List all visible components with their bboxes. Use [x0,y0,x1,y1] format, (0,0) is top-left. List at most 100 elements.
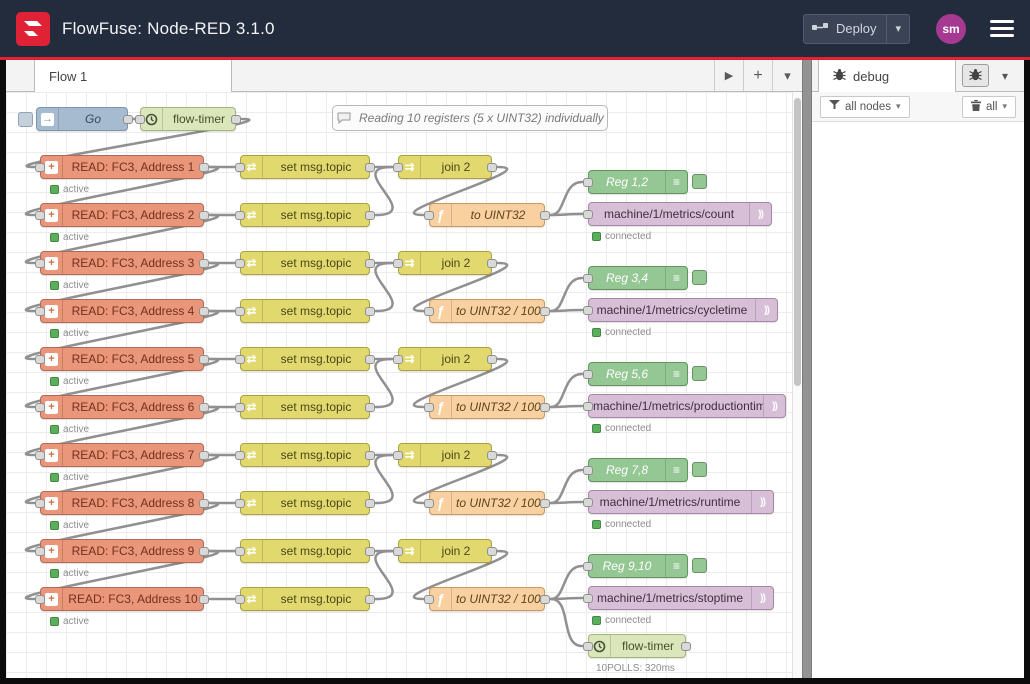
input-port[interactable] [583,274,593,283]
input-port[interactable] [583,642,593,651]
output-port[interactable] [199,451,209,460]
debug-toggle-button[interactable] [692,558,707,573]
add-flow-button[interactable]: + [744,60,773,91]
run-flow-button[interactable]: ▶ [715,60,744,91]
output-port[interactable] [365,451,375,460]
output-port[interactable] [681,642,691,651]
deploy-button[interactable]: Deploy ▾ [803,14,910,44]
output-port[interactable] [487,163,497,172]
join-node[interactable]: ⇉ join 2 [398,155,492,179]
input-port[interactable] [583,210,593,219]
output-port[interactable] [365,355,375,364]
change-node[interactable]: ⇄ set msg.topic [240,347,370,371]
sidebar-menu-button[interactable]: ▾ [994,64,1016,87]
flow-tab[interactable]: Flow 1 [34,60,232,92]
debug-toggle-button[interactable] [692,366,707,381]
change-node[interactable]: ⇄ set msg.topic [240,491,370,515]
output-port[interactable] [487,259,497,268]
function-node[interactable]: ƒ to UINT32 / 100 [429,299,545,323]
modbus-read-node[interactable]: + READ: FC3, Address 6 [40,395,204,419]
function-node[interactable]: ƒ to UINT32 / 100 [429,395,545,419]
join-node[interactable]: ⇉ join 2 [398,443,492,467]
input-port[interactable] [35,211,45,220]
change-node[interactable]: ⇄ set msg.topic [240,203,370,227]
input-port[interactable] [235,355,245,364]
mqtt-out-node[interactable]: machine/1/metrics/productiontime )) [588,394,786,418]
modbus-read-node[interactable]: + READ: FC3, Address 9 [40,539,204,563]
join-node[interactable]: ⇉ join 2 [398,251,492,275]
join-node[interactable]: ⇉ join 2 [398,347,492,371]
output-port[interactable] [199,163,209,172]
debug-toggle-button[interactable] [692,270,707,285]
debug-toggle-button[interactable] [692,174,707,189]
debug-node[interactable]: Reg 9,10 ≡ [588,554,688,578]
input-port[interactable] [583,306,593,315]
sidebar-splitter[interactable] [802,60,812,678]
debug-filter-button[interactable]: all nodes ▾ [820,96,910,118]
output-port[interactable] [365,547,375,556]
debug-node[interactable]: Reg 5,6 ≡ [588,362,688,386]
mqtt-out-node[interactable]: machine/1/metrics/count )) [588,202,772,226]
input-port[interactable] [583,498,593,507]
debug-window-button[interactable] [962,64,989,87]
output-port[interactable] [487,451,497,460]
input-port[interactable] [235,163,245,172]
input-port[interactable] [235,403,245,412]
debug-node[interactable]: Reg 7,8 ≡ [588,458,688,482]
change-node[interactable]: ⇄ set msg.topic [240,443,370,467]
change-node[interactable]: ⇄ set msg.topic [240,251,370,275]
input-port[interactable] [424,499,434,508]
output-port[interactable] [540,307,550,316]
comment-node[interactable]: Reading 10 registers (5 x UINT32) indivi… [332,105,608,131]
modbus-read-node[interactable]: + READ: FC3, Address 5 [40,347,204,371]
input-port[interactable] [235,499,245,508]
change-node[interactable]: ⇄ set msg.topic [240,539,370,563]
user-avatar[interactable]: sm [936,14,966,44]
modbus-read-node[interactable]: + READ: FC3, Address 7 [40,443,204,467]
flow-timer-node[interactable]: flow-timer [588,634,686,658]
function-node[interactable]: ƒ to UINT32 / 100 [429,491,545,515]
flow-list-button[interactable]: ▾ [773,60,802,91]
change-node[interactable]: ⇄ set msg.topic [240,155,370,179]
output-port[interactable] [540,403,550,412]
debug-clear-button[interactable]: all ▾ [962,96,1016,118]
input-port[interactable] [424,307,434,316]
inject-button[interactable] [18,112,33,127]
change-node[interactable]: ⇄ set msg.topic [240,299,370,323]
input-port[interactable] [583,562,593,571]
input-port[interactable] [35,355,45,364]
input-port[interactable] [235,259,245,268]
debug-toggle-button[interactable] [692,462,707,477]
input-port[interactable] [393,163,403,172]
output-port[interactable] [365,307,375,316]
mqtt-out-node[interactable]: machine/1/metrics/runtime )) [588,490,774,514]
join-node[interactable]: ⇉ join 2 [398,539,492,563]
debug-node[interactable]: Reg 3,4 ≡ [588,266,688,290]
input-port[interactable] [235,547,245,556]
input-port[interactable] [424,595,434,604]
input-port[interactable] [235,307,245,316]
input-port[interactable] [424,403,434,412]
input-port[interactable] [35,499,45,508]
tab-debug[interactable]: debug [818,60,956,92]
input-port[interactable] [393,451,403,460]
output-port[interactable] [540,499,550,508]
input-port[interactable] [35,547,45,556]
inject-node[interactable]: → Go [36,107,128,131]
output-port[interactable] [199,595,209,604]
output-port[interactable] [365,403,375,412]
modbus-read-node[interactable]: + READ: FC3, Address 4 [40,299,204,323]
change-node[interactable]: ⇄ set msg.topic [240,395,370,419]
modbus-read-node[interactable]: + READ: FC3, Address 3 [40,251,204,275]
input-port[interactable] [235,595,245,604]
change-node[interactable]: ⇄ set msg.topic [240,587,370,611]
debug-message-list[interactable] [812,122,1024,678]
output-port[interactable] [199,307,209,316]
input-port[interactable] [235,211,245,220]
modbus-read-node[interactable]: + READ: FC3, Address 10 [40,587,204,611]
modbus-read-node[interactable]: + READ: FC3, Address 2 [40,203,204,227]
canvas-scrollbar-thumb[interactable] [794,98,801,386]
output-port[interactable] [487,547,497,556]
input-port[interactable] [35,403,45,412]
output-port[interactable] [199,499,209,508]
